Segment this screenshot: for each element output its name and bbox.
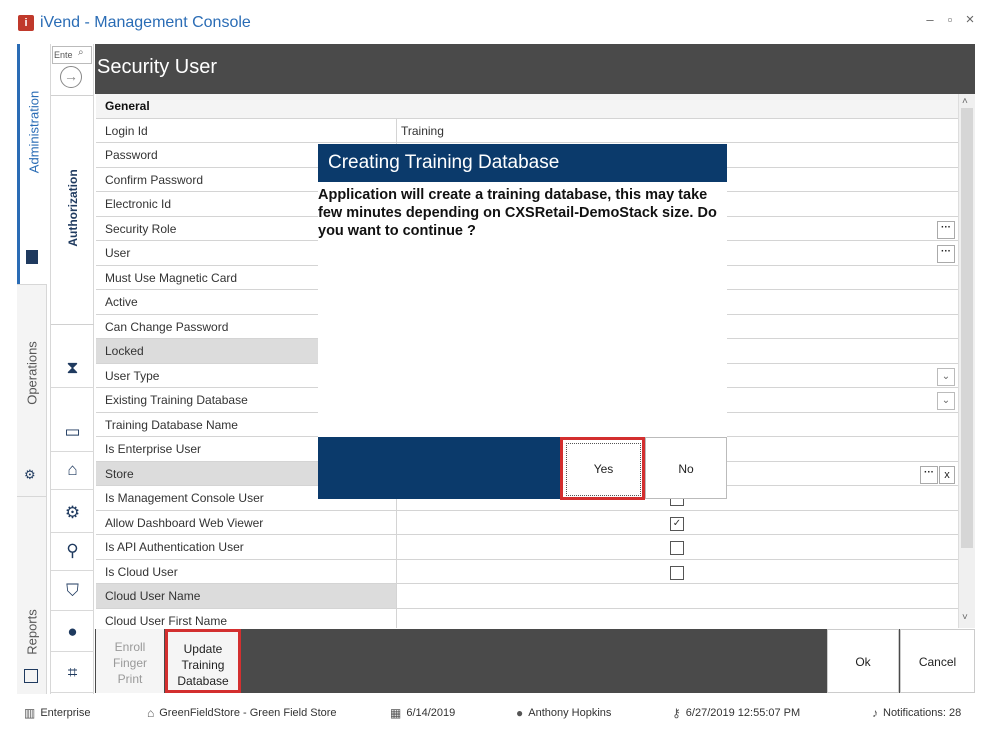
section-general: General bbox=[96, 94, 958, 119]
table-row[interactable]: Cloud User Name bbox=[96, 584, 958, 609]
row-label: Is API Authentication User bbox=[105, 540, 244, 554]
row-label: Locked bbox=[105, 344, 144, 358]
cloud-user-name-field[interactable] bbox=[396, 584, 958, 608]
status-store: GreenFieldStore - Green Field Store bbox=[159, 707, 337, 719]
search-icon[interactable]: ⌕ bbox=[78, 47, 84, 58]
nav-administration[interactable]: Administration bbox=[17, 44, 47, 284]
scroll-thumb[interactable] bbox=[961, 108, 973, 548]
page-header bbox=[95, 44, 975, 94]
row-label: Confirm Password bbox=[105, 172, 204, 187]
bank-icon[interactable]: ⌂ bbox=[51, 451, 94, 490]
dialog-title: Creating Training Database bbox=[328, 152, 560, 173]
row-label: Existing Training Database bbox=[105, 393, 248, 407]
row-label: Active bbox=[105, 295, 138, 309]
briefcase-icon bbox=[26, 250, 38, 264]
authorization-tab[interactable]: Authorization bbox=[51, 95, 94, 325]
forward-arrow-icon[interactable]: → bbox=[60, 66, 82, 88]
authorization-label: Authorization bbox=[65, 169, 80, 247]
person-icon[interactable]: ● bbox=[51, 613, 94, 652]
chevron-down-icon[interactable]: ⌄ bbox=[937, 392, 955, 410]
status-login-time: 6/27/2019 12:55:07 PM bbox=[685, 707, 801, 719]
device-icon[interactable]: ⌗ bbox=[51, 654, 94, 693]
table-row[interactable]: Is Cloud User bbox=[96, 559, 958, 584]
grid-scrollbar[interactable]: ˄ ˅ bbox=[958, 94, 975, 628]
login-id-value[interactable]: Training bbox=[401, 119, 444, 143]
status-bar: ▥ Enterprise ⌂ GreenFieldStore - Green Fie… bbox=[0, 700, 990, 726]
api-authentication-user-checkbox[interactable] bbox=[670, 541, 684, 555]
close-icon[interactable]: × bbox=[962, 12, 978, 28]
row-label: Training Database Name bbox=[105, 417, 238, 432]
user-lookup-button[interactable]: ··· bbox=[937, 245, 955, 263]
shield-icon[interactable]: ⛉ bbox=[51, 572, 94, 611]
user-icon: ● bbox=[516, 706, 524, 720]
row-label: Must Use Magnetic Card bbox=[105, 270, 238, 285]
row-label: Security Role bbox=[105, 221, 177, 236]
status-user: Anthony Hopkins bbox=[528, 707, 612, 719]
page-title: Security User bbox=[97, 56, 218, 78]
row-label: Cloud User Name bbox=[105, 589, 201, 603]
row-label: Is Enterprise User bbox=[105, 442, 202, 456]
dashboard-web-viewer-checkbox[interactable]: ✓ bbox=[670, 516, 684, 531]
status-notifications[interactable]: Notifications: 28 bbox=[883, 707, 961, 719]
row-label: User bbox=[105, 246, 131, 260]
update-training-database-button[interactable]: Update Training Database bbox=[165, 629, 241, 693]
window-title: iVend - Management Console bbox=[40, 14, 251, 31]
nav-operations[interactable]: Operations ⚙ bbox=[17, 284, 47, 496]
security-role-lookup-button[interactable]: ··· bbox=[937, 220, 955, 239]
gear-icon: ⚙ bbox=[24, 467, 36, 482]
scroll-up-icon[interactable]: ˄ bbox=[962, 96, 968, 107]
cancel-button[interactable]: Cancel bbox=[900, 629, 975, 693]
settings-icon[interactable]: ⚙ bbox=[51, 494, 94, 533]
table-row[interactable]: Cloud User First Name bbox=[96, 608, 958, 628]
yes-button[interactable]: Yes bbox=[566, 443, 641, 496]
nav-operations-label: Operations bbox=[24, 341, 40, 405]
table-row[interactable]: Allow Dashboard Web Viewer ✓ bbox=[96, 510, 958, 535]
app-logo-icon: i bbox=[18, 15, 34, 31]
row-label: Login Id bbox=[105, 123, 148, 138]
minimize-icon[interactable]: – bbox=[922, 12, 938, 28]
row-label: Password bbox=[105, 148, 158, 162]
maximize-icon[interactable]: ▫ bbox=[942, 12, 958, 28]
table-row[interactable]: Is API Authentication User bbox=[96, 535, 958, 560]
row-label: User Type bbox=[105, 368, 160, 383]
nav-reports[interactable]: Reports bbox=[17, 496, 47, 694]
chevron-down-icon[interactable]: ⌄ bbox=[937, 367, 955, 386]
cloud-user-first-name-field[interactable] bbox=[396, 608, 958, 628]
search-input[interactable]: Ente bbox=[52, 46, 92, 64]
no-button[interactable]: No bbox=[645, 437, 727, 499]
nav-administration-label: Administration bbox=[26, 90, 41, 174]
terminal-icon[interactable]: ▭ bbox=[51, 413, 94, 452]
row-label: Is Management Console User bbox=[105, 491, 264, 505]
left-nav: Administration Operations ⚙ Reports bbox=[17, 44, 47, 694]
bell-icon[interactable]: ♪ bbox=[872, 706, 878, 720]
key-icon: ⚷ bbox=[672, 706, 681, 720]
ok-button[interactable]: Ok bbox=[827, 629, 899, 693]
dialog-message: Application will create a training datab… bbox=[318, 187, 717, 239]
scroll-down-icon[interactable]: ˅ bbox=[962, 612, 968, 623]
calendar-icon: ▦ bbox=[390, 706, 402, 720]
yes-highlight: Yes bbox=[560, 437, 645, 500]
row-label: Cloud User First Name bbox=[105, 613, 228, 628]
row-label: Store bbox=[105, 466, 134, 481]
nav-reports-label: Reports bbox=[24, 609, 40, 655]
enroll-finger-print-button[interactable]: Enroll Finger Print bbox=[96, 629, 164, 693]
status-date: 6/14/2019 bbox=[406, 707, 456, 719]
user-search-icon[interactable]: ⚲ bbox=[51, 532, 94, 571]
row-label: Is Cloud User bbox=[105, 564, 178, 579]
table-row[interactable]: Login Id Training bbox=[96, 118, 958, 143]
store-lookup-button[interactable]: ··· bbox=[920, 465, 938, 484]
store-icon: ⌂ bbox=[147, 706, 155, 720]
status-enterprise: Enterprise bbox=[40, 707, 91, 719]
building-icon: ▥ bbox=[24, 706, 36, 720]
hourglass-icon[interactable]: ⧗ bbox=[51, 349, 94, 388]
row-label: Allow Dashboard Web Viewer bbox=[105, 515, 264, 530]
row-label: Electronic Id bbox=[105, 197, 172, 211]
report-icon bbox=[24, 669, 38, 683]
section-general-label: General bbox=[105, 99, 150, 113]
cloud-user-checkbox[interactable] bbox=[670, 565, 684, 580]
store-clear-button[interactable]: x bbox=[939, 465, 955, 484]
row-label: Can Change Password bbox=[105, 319, 229, 334]
